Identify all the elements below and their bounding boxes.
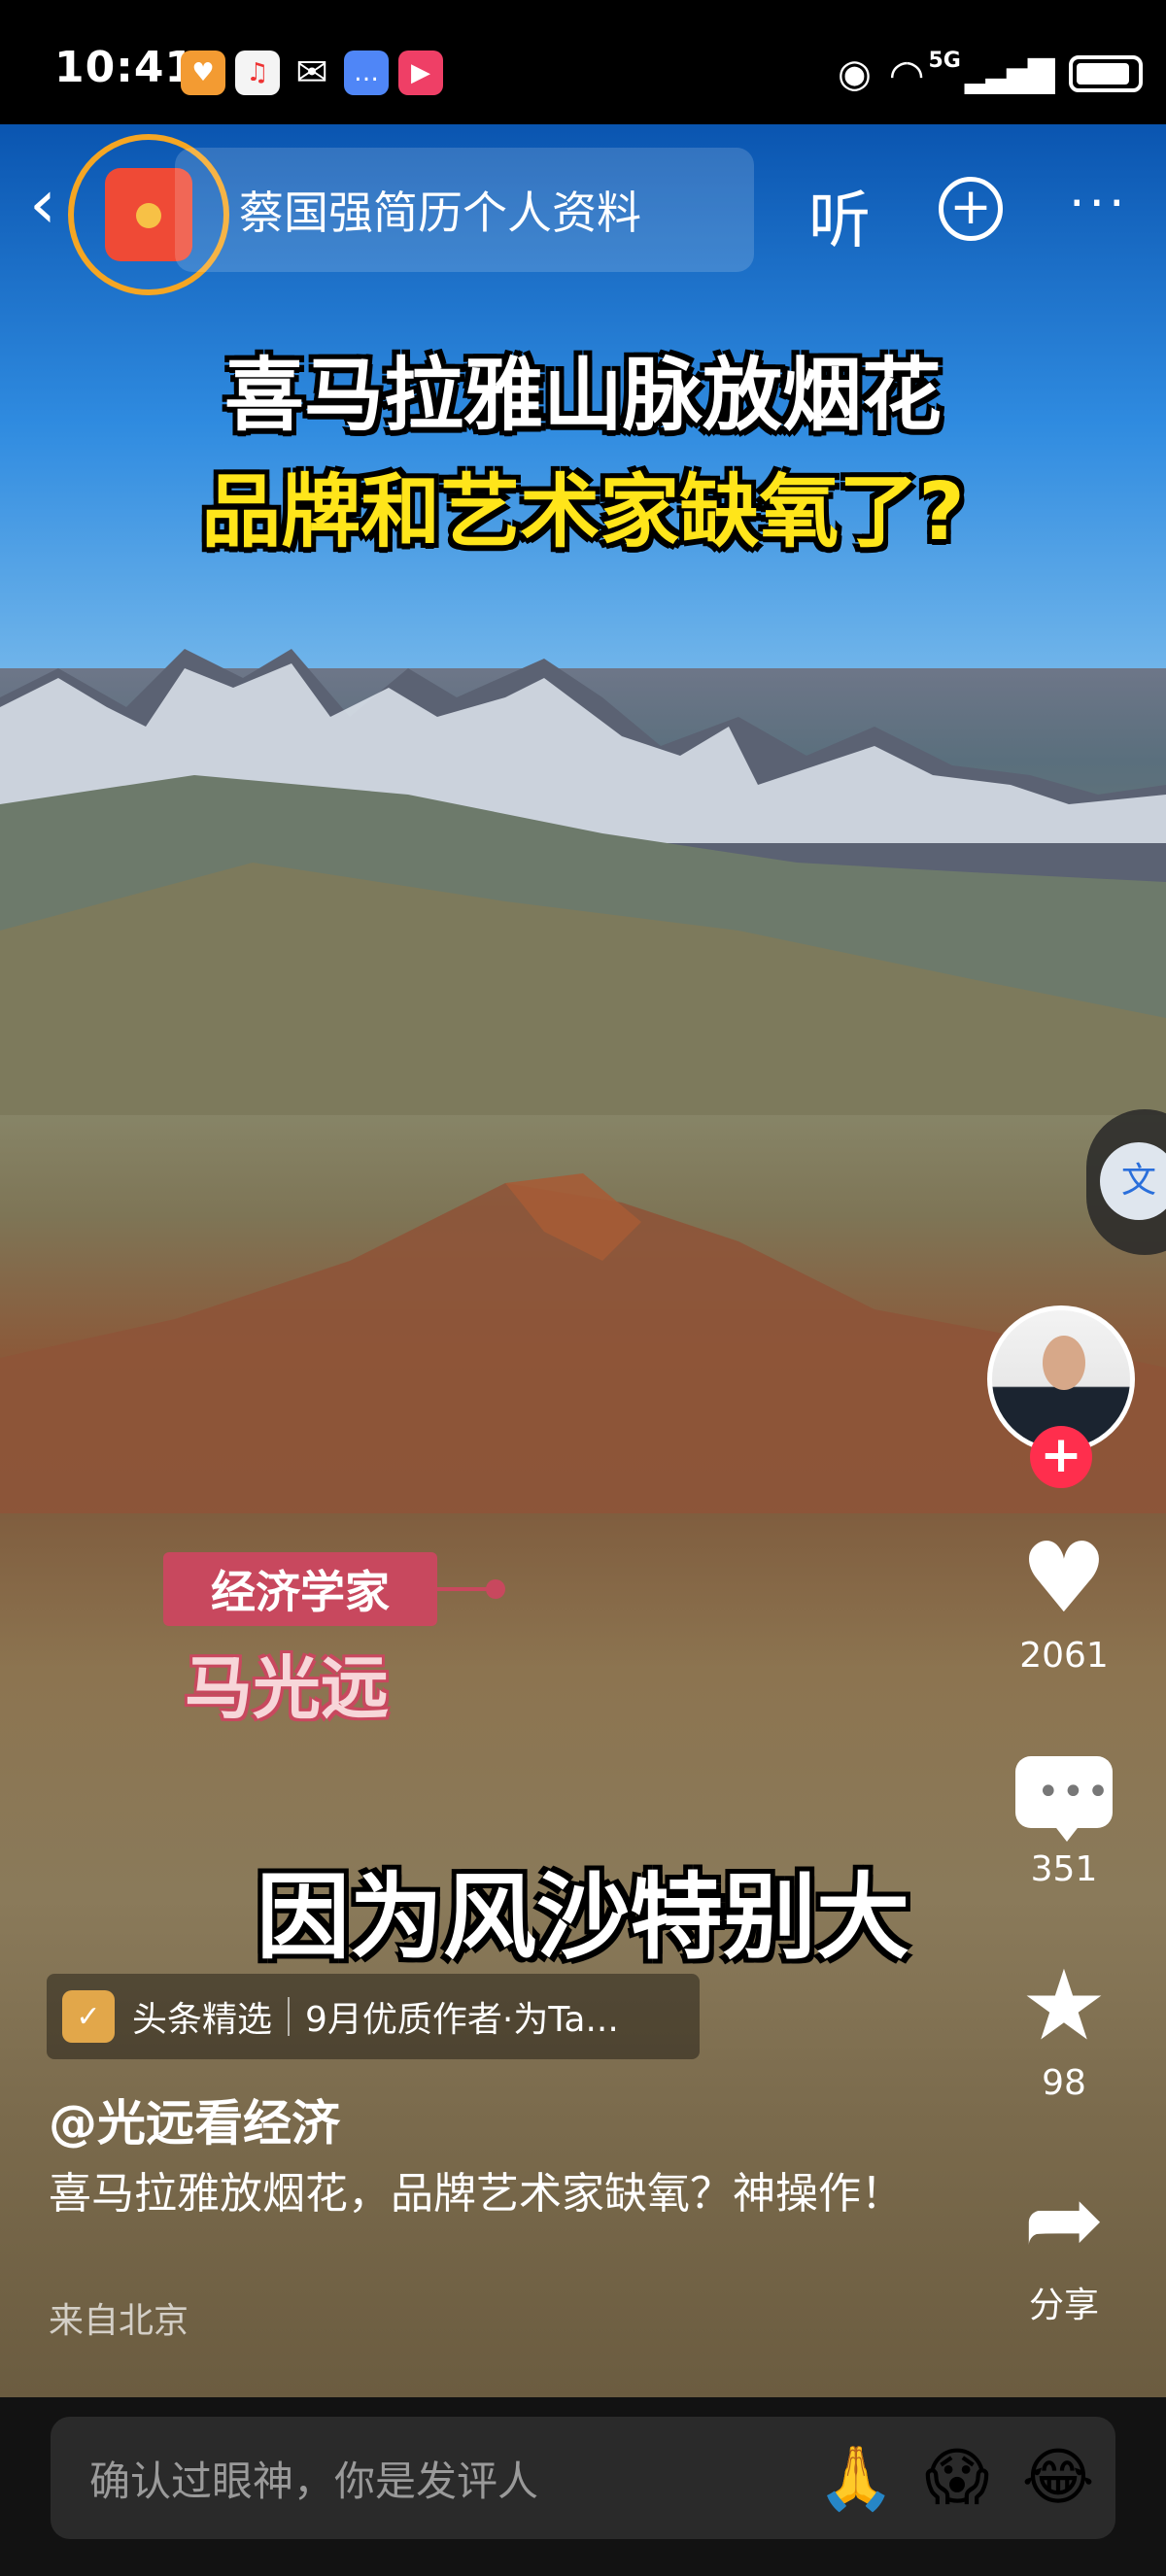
name-tag-name: 马光远 (185, 1648, 389, 1728)
toutiao-logo-icon: ✓ (62, 1990, 115, 2043)
mountain-range (0, 649, 1166, 1115)
like-button[interactable]: ♥ 2061 (991, 1521, 1137, 1677)
status-time: 10:41 (54, 43, 196, 92)
comment-placeholder: 确认过眼神，你是发评人 (89, 2457, 539, 2505)
source-banner[interactable]: ✓ 头条精选 9月优质作者·为Ta... (47, 1974, 700, 2059)
comment-input[interactable]: 确认过眼神，你是发评人 🙏 😱 😂 (51, 2417, 1115, 2539)
bottom-bar: 确认过眼神，你是发评人 🙏 😱 😂 (0, 2397, 1166, 2576)
search-bar[interactable]: 蔡国强简历个人资料 (175, 148, 754, 272)
video-title-line1: 喜马拉雅山脉放烟花 (223, 350, 942, 442)
heart-icon: ♥ (1020, 1521, 1108, 1635)
search-text: 蔡国强简历个人资料 (239, 186, 641, 239)
eye-icon: ◉ (838, 51, 872, 96)
red-hills (0, 1173, 1166, 1513)
network-label: 5G (928, 49, 961, 73)
pray-emoji-button[interactable]: 🙏 (812, 2442, 900, 2515)
comment-icon: ••• (991, 1739, 1137, 1846)
source-note: 9月优质作者·为Ta... (305, 2000, 619, 2040)
comment-count: 351 (1030, 1849, 1098, 1889)
location-label: 来自北京 (49, 2301, 189, 2341)
video-description[interactable]: 喜马拉雅放烟花，品牌艺术家缺氧？神操作！ (49, 2162, 923, 2226)
video-app-icon: ▶ (398, 51, 443, 95)
signal-icon: ▂▃▅▇ (964, 53, 1055, 94)
star-icon: ★ (1020, 1949, 1108, 2062)
name-tag-role: 经济学家 (163, 1552, 437, 1626)
music-icon: ♫ (235, 51, 280, 95)
source-divider (288, 1997, 291, 2036)
floating-assistant-button[interactable]: 文 (1086, 1109, 1166, 1255)
follow-button[interactable]: + (1030, 1426, 1092, 1488)
status-bar: 10:41 ♥ ♫ ✉ … ▶ ◉ ◜◝ 5G ▂▃▅▇ (0, 0, 1166, 124)
comment-button[interactable]: ••• 351 (991, 1739, 1137, 1889)
video-title-line2: 品牌和艺术家缺氧了? (201, 466, 965, 559)
name-tag-dot (486, 1579, 505, 1599)
share-arrow-icon: ➦ (1023, 2162, 1105, 2276)
translate-icon: 文 (1100, 1142, 1166, 1220)
author-name[interactable]: @光远看经济 (49, 2085, 340, 2154)
laugh-emoji-button[interactable]: 😂 (1014, 2442, 1102, 2514)
listen-button[interactable]: 听 (808, 171, 871, 260)
status-right: ◉ ◜◝ 5G ▂▃▅▇ (838, 49, 1143, 99)
like-count: 2061 (1019, 1636, 1109, 1676)
wifi-icon: ◜◝ (890, 50, 923, 98)
more-button[interactable]: ··· (1069, 175, 1129, 233)
add-button[interactable]: + (939, 177, 1003, 241)
share-button[interactable]: ➦ 分享 (991, 2166, 1137, 2327)
message-icon: … (344, 51, 389, 95)
source-name: 头条精选 (132, 2000, 273, 2040)
avatar-face (1043, 1336, 1085, 1390)
wechat-icon: ✉ (295, 51, 328, 95)
share-label: 分享 (1028, 2286, 1099, 2325)
orange-app-icon: ♥ (181, 51, 225, 95)
scream-emoji-button[interactable]: 😱 (913, 2442, 1001, 2514)
favorite-button[interactable]: ★ 98 (991, 1949, 1137, 2104)
battery-icon (1068, 55, 1143, 92)
favorite-count: 98 (1042, 2063, 1086, 2103)
